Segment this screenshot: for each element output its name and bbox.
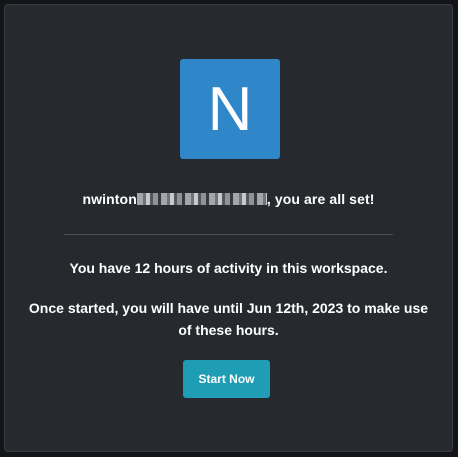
greeting-suffix: , you are all set!	[266, 191, 375, 207]
activity-text: You have 12 hours of activity in this wo…	[69, 260, 388, 276]
logo-letter: N	[207, 75, 253, 144]
deadline-text: Once started, you will have until Jun 12…	[28, 300, 429, 338]
setup-dialog: N nwinton , you are all set! You have 12 …	[4, 4, 453, 452]
greeting-text: nwinton , you are all set!	[5, 191, 452, 207]
start-now-button[interactable]: Start Now	[183, 360, 270, 398]
divider	[64, 234, 393, 235]
username: nwinton	[82, 191, 137, 207]
redacted-email	[136, 192, 267, 205]
workspace-logo: N	[180, 59, 280, 159]
